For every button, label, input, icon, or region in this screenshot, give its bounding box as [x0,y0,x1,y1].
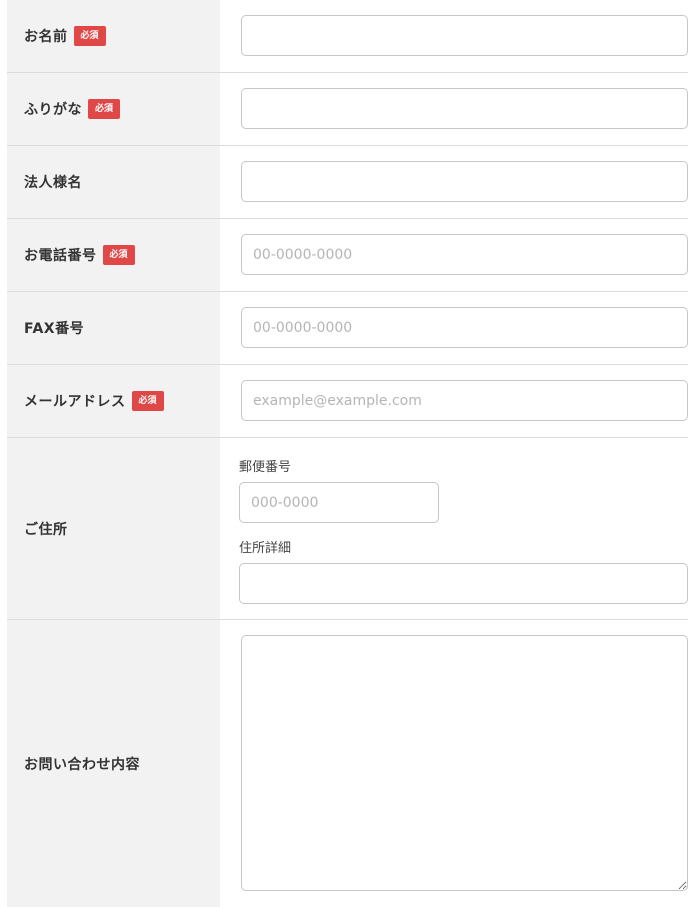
form-label-cell: 法人様名 [7,146,220,218]
form-row-inquiry: お問い合わせ内容 [7,620,688,907]
company-input[interactable] [241,161,688,202]
form-label-cell: メールアドレス 必須 [7,365,220,437]
name-input[interactable] [241,15,688,56]
contact-form: お名前 必須 ふりがな 必須 法人様名 お電話番号 必須 00-0000-000… [7,0,688,907]
name-label: お名前 [24,29,68,45]
kana-input[interactable] [241,88,688,129]
form-row-address: ご住所 郵便番号 住所詳細 [7,438,688,620]
form-label-cell: お問い合わせ内容 [7,620,220,907]
required-badge: 必須 [73,26,106,46]
address-detail-input[interactable] [239,563,688,604]
address-label: ご住所 [24,521,68,538]
form-row-name: お名前 必須 [7,0,688,73]
form-field-cell [220,0,688,72]
form-field-cell [220,146,688,218]
form-row-fax: FAX番号 [7,292,688,365]
required-badge: 必須 [88,99,121,119]
company-label: 法人様名 [24,175,82,191]
form-field-cell [220,620,688,907]
phone-label: お電話番号 [24,248,97,264]
form-label-cell: ふりがな 必須 [7,73,220,145]
form-field-cell: 郵便番号 住所詳細 [220,438,688,619]
form-label-cell: お電話番号 必須 [7,219,220,291]
form-field-cell [220,292,688,364]
phone-input[interactable] [241,234,688,275]
email-label: メールアドレス [24,394,126,410]
postal-code-label: 郵便番号 [239,460,292,475]
inquiry-textarea[interactable] [241,635,688,891]
form-field-cell [220,219,688,291]
required-badge: 必須 [102,245,135,265]
address-detail-label: 住所詳細 [239,541,292,556]
required-badge: 必須 [131,391,164,411]
email-input[interactable] [241,380,688,421]
kana-label: ふりがな [24,102,82,118]
form-row-company: 法人様名 [7,146,688,219]
form-label-cell: お名前 必須 [7,0,220,72]
form-row-email: メールアドレス 必須 [7,365,688,438]
form-row-kana: ふりがな 必須 [7,73,688,146]
form-row-phone: お電話番号 必須 [7,219,688,292]
form-label-cell: ご住所 [7,438,220,619]
inquiry-label: お問い合わせ内容 [24,756,140,773]
postal-code-input[interactable] [239,482,439,523]
form-field-cell [220,365,688,437]
form-label-cell: FAX番号 [7,292,220,364]
form-field-cell [220,73,688,145]
fax-label: FAX番号 [24,321,85,337]
fax-input[interactable] [241,307,688,348]
